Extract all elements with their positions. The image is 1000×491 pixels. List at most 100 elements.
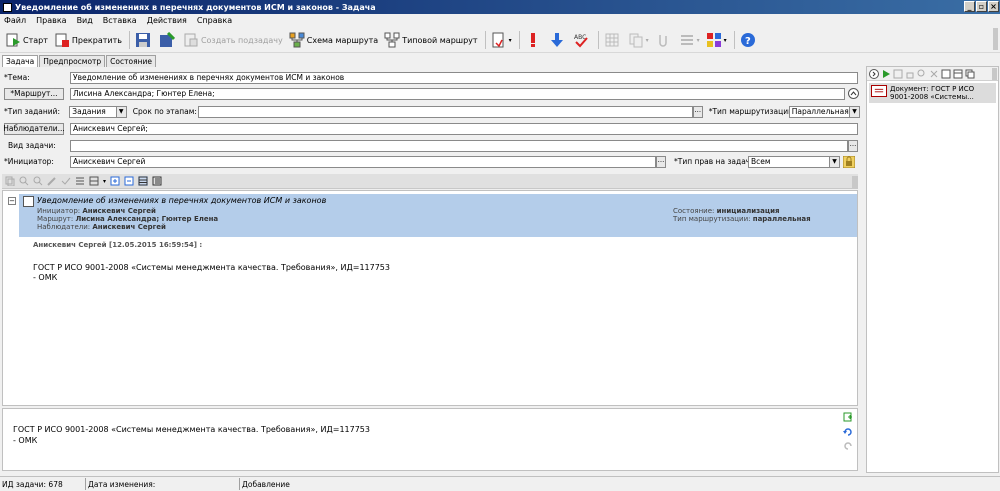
check-icon[interactable]	[61, 176, 71, 186]
task-header[interactable]: Уведомление об изменениях в перечнях док…	[19, 194, 857, 237]
copy-button[interactable]: ▾	[626, 30, 651, 50]
chevron-down-icon[interactable]: ▼	[849, 106, 859, 117]
chevron-down-icon[interactable]: ▾	[646, 37, 649, 44]
chevron-down-icon[interactable]: ▾	[509, 37, 512, 44]
menu-help[interactable]: Справка	[197, 16, 232, 25]
task-type-select[interactable]: Задания ▼	[69, 105, 127, 118]
save-button[interactable]	[133, 30, 155, 50]
delete-icon[interactable]	[929, 69, 939, 79]
app-icon	[3, 2, 12, 12]
task-route-line: Маршрут: Лисина Александра; Гюнтер Елена	[37, 215, 218, 223]
pencil-icon[interactable]	[47, 176, 57, 186]
undo-icon[interactable]	[843, 427, 853, 437]
title-bar: Уведомление об изменениях в перечнях док…	[0, 0, 1000, 14]
maximize-button[interactable]: ▫	[976, 1, 987, 12]
chevron-down-icon[interactable]: ▾	[697, 37, 700, 44]
collapse-all-icon[interactable]	[124, 176, 134, 186]
observers-button[interactable]: Наблюдатели...	[3, 122, 65, 135]
stage-deadline-input[interactable]	[198, 105, 693, 118]
list-button[interactable]: ▾	[677, 30, 702, 50]
text-editor[interactable]: ГОСТ Р ИСО 9001-2008 «Системы менеджмент…	[2, 408, 858, 471]
tab-preview[interactable]: Предпросмотр	[39, 55, 106, 67]
save-close-button[interactable]	[157, 30, 179, 50]
tab-task[interactable]: Задача	[2, 55, 39, 67]
start-label: Старт	[23, 35, 48, 45]
menu-insert[interactable]: Вставка	[103, 16, 137, 25]
minimize-button[interactable]: _	[964, 1, 975, 12]
menu-bar: Файл Правка Вид Вставка Действия Справка	[0, 14, 1000, 27]
tab-state[interactable]: Состояние	[106, 55, 156, 67]
redo-icon[interactable]	[843, 441, 853, 451]
deadline-button[interactable]: ▾	[489, 30, 514, 50]
find-icon[interactable]	[917, 69, 927, 79]
status-bar: ИД задачи: 678 Дата изменения: Добавлени…	[0, 476, 1000, 491]
route-input[interactable]: Лисина Александра; Гюнтер Елена;	[70, 87, 845, 100]
routing-type-select[interactable]: Параллельная ▼	[788, 105, 860, 118]
menu-view[interactable]: Вид	[77, 16, 93, 25]
lock-icon[interactable]	[843, 155, 855, 168]
stage-deadline-ellipsis-button[interactable]: ···	[692, 105, 703, 118]
route-scheme-button[interactable]: Схема маршрута	[287, 30, 380, 50]
start-icon	[6, 33, 20, 47]
group-icon[interactable]	[89, 176, 99, 186]
toolbar-grip[interactable]	[992, 28, 1000, 50]
attachment-item[interactable]: Документ: ГОСТ Р ИСО 9001-2008 «Системы.…	[869, 83, 996, 103]
menu-edit[interactable]: Правка	[36, 16, 66, 25]
close-button[interactable]: ×	[988, 1, 999, 12]
spellcheck-button[interactable]: ABC	[571, 30, 593, 50]
expand-all-icon[interactable]	[110, 176, 120, 186]
find-icon[interactable]	[19, 176, 29, 186]
view-icon[interactable]	[953, 69, 963, 79]
task-document-icon	[23, 196, 34, 207]
copy-icon[interactable]	[965, 69, 975, 79]
initiator-ellipsis-button[interactable]: ···	[656, 155, 666, 168]
chevron-down-icon[interactable]: ▾	[724, 37, 727, 44]
initiator-input[interactable]: Анискевич Сергей	[70, 155, 656, 168]
low-importance-button[interactable]	[547, 30, 569, 50]
chevron-right-icon[interactable]	[869, 68, 879, 79]
document-icon[interactable]	[941, 69, 951, 79]
collapse-task-toggle[interactable]: −	[8, 197, 16, 205]
document-icon	[871, 85, 887, 97]
menu-file[interactable]: Файл	[4, 16, 26, 25]
table-button[interactable]	[602, 30, 624, 50]
play-icon[interactable]	[881, 69, 891, 79]
chevron-down-icon[interactable]: ▾	[103, 178, 106, 185]
view-detail-icon[interactable]	[138, 176, 149, 186]
chevron-down-icon[interactable]: ▼	[829, 156, 839, 167]
task-kind-ellipsis-button[interactable]: ···	[848, 139, 858, 152]
lock-icon[interactable]	[905, 69, 915, 79]
add-comment-icon[interactable]	[843, 412, 853, 422]
task-kind-input[interactable]	[70, 139, 848, 152]
route-button[interactable]: *Маршрут...	[4, 87, 64, 100]
pane-grip[interactable]	[992, 67, 997, 80]
observers-input[interactable]: Анискевич Сергей;	[70, 122, 858, 135]
attachment-name-cont: 9001-2008 «Системы...	[890, 93, 974, 101]
section-grip[interactable]	[852, 176, 858, 189]
stop-button[interactable]: Прекратить	[52, 30, 124, 50]
help-button[interactable]: ?	[738, 30, 760, 50]
open-icon[interactable]	[893, 69, 903, 79]
copy-icon[interactable]	[5, 176, 15, 186]
categories-button[interactable]: ▾	[704, 30, 729, 50]
create-subtask-button[interactable]: Создать подзадачу	[181, 30, 285, 50]
rights-select[interactable]: Всем ▼	[748, 155, 840, 168]
importance-button[interactable]	[523, 30, 545, 50]
sort-icon[interactable]	[75, 176, 85, 186]
comment-line: ГОСТ Р ИСО 9001-2008 «Системы менеджмент…	[33, 263, 390, 272]
typical-route-button[interactable]: Типовой маршрут	[382, 30, 479, 50]
topic-input[interactable]: Уведомление об изменениях в перечнях док…	[70, 71, 858, 84]
find-next-icon[interactable]	[33, 176, 43, 186]
menu-actions[interactable]: Действия	[147, 16, 187, 25]
routing-type-value: Параллельная	[791, 107, 849, 116]
list-icon	[680, 35, 693, 45]
spellcheck-icon: ABC	[574, 34, 588, 48]
chevron-down-icon[interactable]: ▼	[115, 106, 126, 117]
view-list-icon[interactable]	[152, 176, 162, 186]
start-button[interactable]: Старт	[3, 30, 50, 50]
route-scheme-icon	[289, 32, 305, 48]
editor-text[interactable]: ГОСТ Р ИСО 9001-2008 «Системы менеджмент…	[13, 424, 370, 446]
collapse-icon[interactable]	[848, 88, 859, 99]
comment-text: ГОСТ Р ИСО 9001-2008 «Системы менеджмент…	[33, 263, 390, 283]
attach-button[interactable]	[653, 30, 675, 50]
